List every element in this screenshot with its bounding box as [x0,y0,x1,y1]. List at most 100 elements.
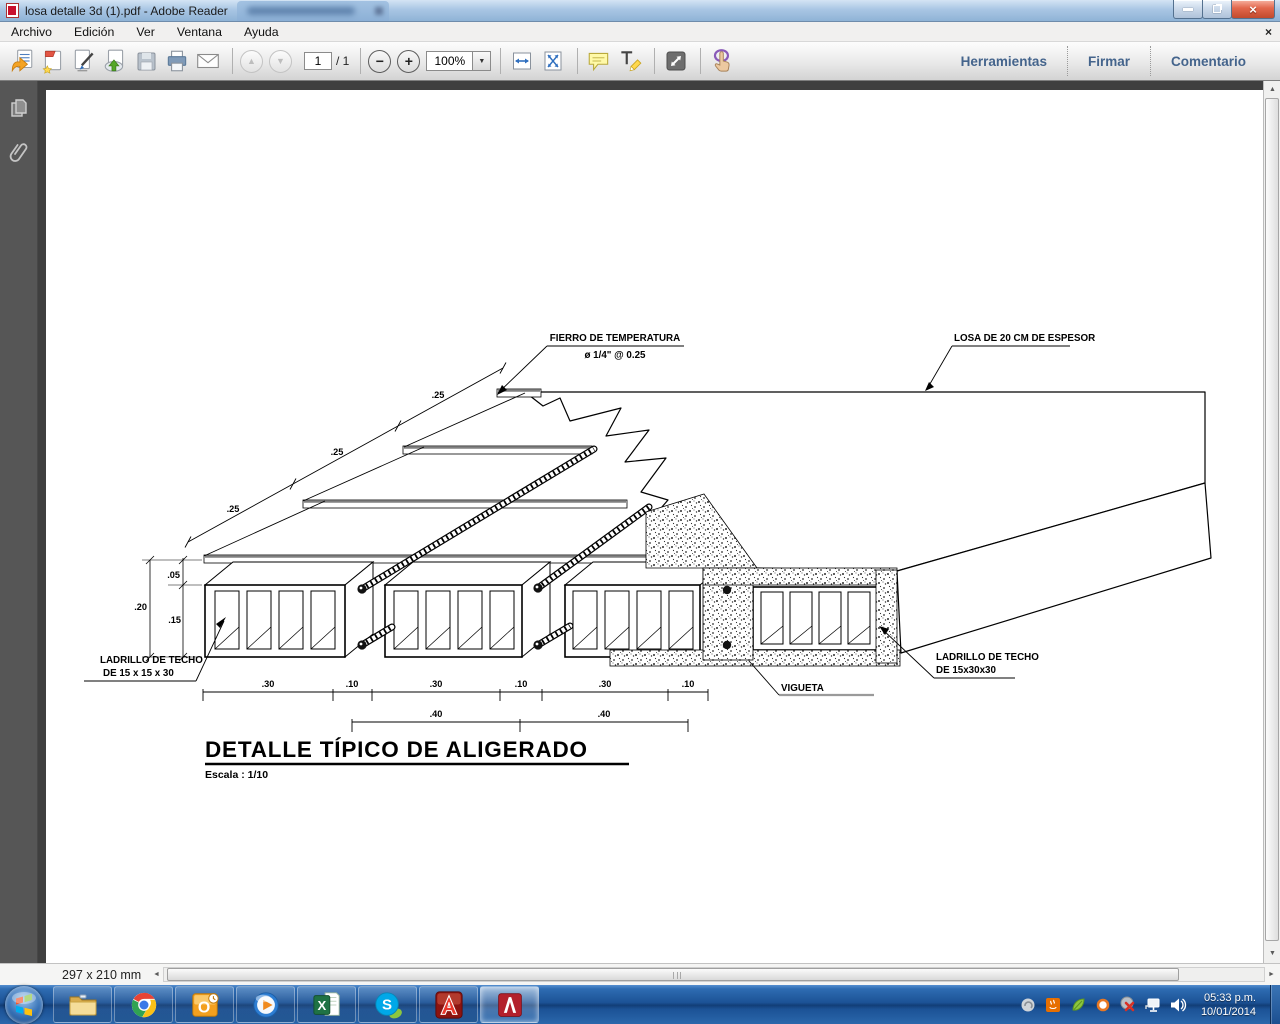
restore-button[interactable] [1202,0,1232,19]
menu-edicion[interactable]: Edición [63,23,125,41]
speaker-icon [1169,996,1187,1014]
clock-time: 05:33 p.m. [1201,991,1256,1005]
arrow-down-icon: ▼ [276,56,285,66]
brick-group-1 [205,562,373,657]
drawing-title: DETALLE TÍPICO DE ALIGERADO [205,737,588,762]
error-status-tray-icon[interactable] [1118,995,1138,1015]
fit-page-button[interactable] [539,47,567,75]
scroll-down-button[interactable]: ▼ [1264,945,1280,961]
send-file-button[interactable] [101,47,129,75]
minus-icon: − [376,56,384,66]
taskbar-mediaplayer-button[interactable] [236,986,295,1023]
zoom-level-value[interactable]: 100% [426,51,473,71]
scroll-up-button[interactable]: ▲ [1264,81,1280,97]
horizontal-scroll-thumb[interactable] [167,968,1179,981]
diagonal-dimension [185,363,506,548]
open-button[interactable] [8,47,36,75]
menu-archivo[interactable]: Archivo [0,23,63,41]
orange-ring-icon [1095,997,1111,1013]
scroll-grip [673,972,681,979]
fit-width-button[interactable] [508,47,536,75]
email-button[interactable] [194,47,222,75]
panel-buttons: Herramientas Firmar Comentario [941,42,1280,80]
volume-tray-icon[interactable] [1168,995,1188,1015]
vertical-scrollbar[interactable]: ▲ ▼ [1263,81,1280,963]
concrete-top-band [703,568,897,585]
dim-30-1: .30 [262,679,275,689]
previous-page-button[interactable]: ▲ [240,50,263,73]
blurred-tab-remnant [237,1,389,21]
taskbar-clock[interactable]: 05:33 p.m. 10/01/2014 [1201,991,1256,1019]
menu-ver[interactable]: Ver [125,23,165,41]
vertical-scroll-thumb[interactable] [1265,98,1279,941]
highlight-text-button[interactable] [616,47,644,75]
taskbar-outlook-button[interactable]: O [175,986,234,1023]
menu-bar: Archivo Edición Ver Ventana Ayuda × [0,22,1280,42]
toolbar-separator [360,48,361,74]
close-button[interactable]: × [1231,0,1275,19]
firmar-button[interactable]: Firmar [1068,54,1150,69]
leaf-tray-icon[interactable] [1068,995,1088,1015]
brick-group-4 [753,587,878,650]
comment-button[interactable] [585,47,613,75]
windows-logo-icon [5,986,43,1024]
dim-slab-topping: .05 [167,570,180,580]
fullscreen-icon [664,49,688,73]
close-icon: × [1249,2,1257,17]
horizontal-scrollbar[interactable]: ◄ ► [150,966,1278,983]
taskbar-excel-button[interactable]: X [297,986,356,1023]
fullscreen-button[interactable] [662,47,690,75]
comentario-button[interactable]: Comentario [1151,54,1266,69]
minimize-button[interactable] [1173,0,1203,19]
save-button[interactable] [132,47,160,75]
page-number-input[interactable] [304,52,332,70]
java-tray-icon[interactable] [1043,995,1063,1015]
start-button[interactable] [5,986,43,1024]
autocad-icon [434,990,464,1020]
zoom-level-combo[interactable]: 100% ▼ [426,51,491,71]
print-button[interactable] [163,47,191,75]
next-page-button[interactable]: ▼ [269,50,292,73]
horizontal-scroll-track[interactable] [163,967,1265,982]
comment-bubble-icon [586,48,612,74]
menu-ayuda[interactable]: Ayuda [233,23,290,41]
zoom-dropdown-button[interactable]: ▼ [473,51,491,71]
network-tray-icon[interactable] [1143,995,1163,1015]
svg-text:O: O [197,999,209,1016]
concrete-right-band [876,570,897,663]
create-pdf-button[interactable] [39,47,67,75]
scroll-left-button[interactable]: ◄ [150,967,163,982]
taskbar-autocad-button[interactable] [419,986,478,1023]
page-thumbnails-button[interactable] [0,91,38,125]
sign-document-button[interactable] [70,47,98,75]
status-bar: 297 x 210 mm ◄ ► [0,963,1280,985]
attachments-button[interactable] [0,135,38,169]
pdf-file-icon [6,3,19,18]
taskbar-explorer-button[interactable] [53,986,112,1023]
skype-icon: S [373,990,403,1020]
herramientas-button[interactable]: Herramientas [941,54,1067,69]
aligerado-detail-drawing: .25 .25 .25 .20 .05 .15 [46,90,1263,963]
taskbar-adobe-reader-button[interactable] [480,986,539,1023]
document-area: .25 .25 .25 .20 .05 .15 [0,81,1280,963]
menu-ventana[interactable]: Ventana [166,23,233,41]
ring-tray-icon[interactable] [1093,995,1113,1015]
title-bar[interactable]: losa detalle 3d (1).pdf - Adobe Reader × [0,0,1280,22]
minimize-icon [1183,8,1193,11]
dim-40-2: .40 [598,709,611,719]
touch-mode-button[interactable] [708,47,736,75]
zoom-out-button[interactable]: − [368,50,391,73]
menubar-close-icon[interactable]: × [1265,25,1272,39]
hidden-icons-button[interactable] [1018,995,1038,1015]
pdf-page[interactable]: .25 .25 .25 .20 .05 .15 [46,90,1263,963]
show-desktop-button[interactable] [1270,985,1280,1024]
taskbar-chrome-button[interactable] [114,986,173,1023]
system-tray: 05:33 p.m. 10/01/2014 [1018,985,1280,1024]
hand-pointer-icon [709,48,735,74]
zoom-in-button[interactable]: + [397,50,420,73]
print-icon [164,48,190,74]
taskbar-skype-button[interactable]: S [358,986,417,1023]
scroll-right-button[interactable]: ► [1265,967,1278,982]
fierro-label-line2: ø 1/4" @ 0.25 [584,350,646,361]
clock-date: 10/01/2014 [1201,1005,1256,1019]
